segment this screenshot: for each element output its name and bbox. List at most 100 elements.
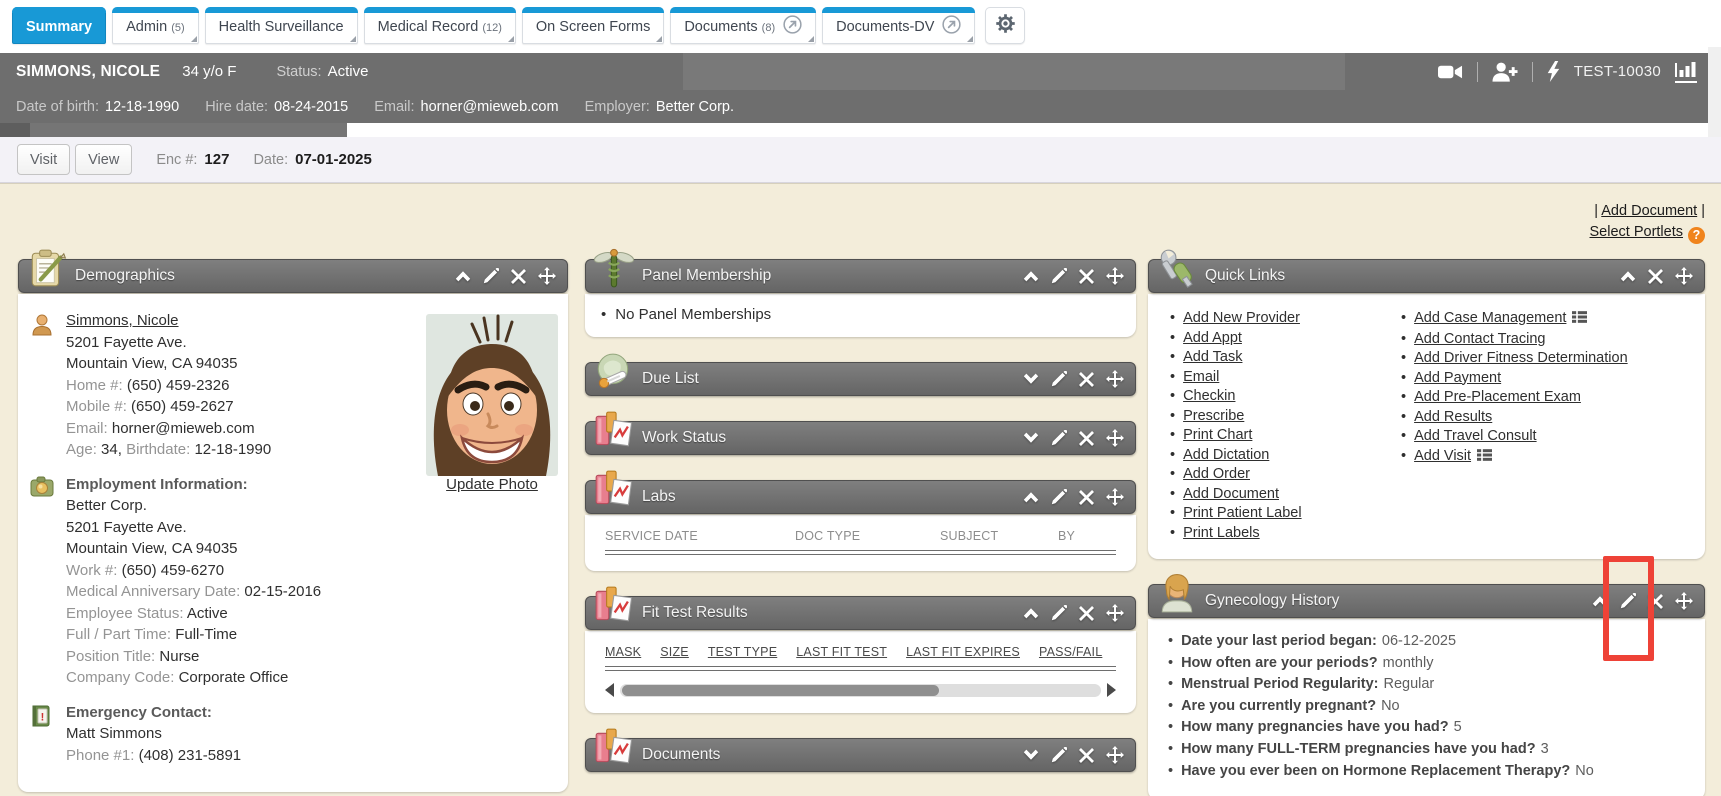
collapse-icon[interactable] bbox=[1620, 270, 1636, 282]
collapse-icon[interactable] bbox=[1023, 491, 1039, 503]
move-icon[interactable] bbox=[1106, 267, 1124, 285]
quick-link-prescribe[interactable]: Prescribe bbox=[1183, 408, 1244, 424]
collapse-icon[interactable] bbox=[1592, 595, 1608, 607]
quick-link-add-order[interactable]: Add Order bbox=[1183, 466, 1250, 482]
quick-link-add-contact-tracing[interactable]: Add Contact Tracing bbox=[1414, 331, 1545, 347]
move-icon[interactable] bbox=[1106, 370, 1124, 388]
edit-icon[interactable] bbox=[1051, 268, 1067, 284]
header-scrollbar-thumb[interactable] bbox=[0, 123, 30, 137]
quick-link-add-case-management[interactable]: Add Case Management bbox=[1414, 310, 1566, 326]
tab-settings-button[interactable] bbox=[985, 7, 1025, 44]
open-in-new-window-icon[interactable] bbox=[783, 15, 802, 39]
expand-icon[interactable] bbox=[1023, 432, 1039, 444]
portlet-fit-test-results: Fit Test Results MASK SIZE TEST TYPE LAS… bbox=[585, 583, 1136, 713]
patient-header-bar: SIMMONS, NICOLE 34 y/o F Status: Active … bbox=[0, 53, 1721, 90]
sort-header-last-fit-test[interactable]: LAST FIT TEST bbox=[796, 645, 887, 659]
visit-button[interactable]: Visit bbox=[17, 144, 70, 175]
close-icon[interactable] bbox=[1648, 269, 1663, 284]
quick-link-checkin[interactable]: Checkin bbox=[1183, 388, 1235, 404]
sort-header-test-type[interactable]: TEST TYPE bbox=[708, 645, 777, 659]
quick-link-print-chart[interactable]: Print Chart bbox=[1183, 427, 1252, 443]
quick-link-add-new-provider[interactable]: Add New Provider bbox=[1183, 310, 1300, 326]
close-icon[interactable] bbox=[1079, 748, 1094, 763]
move-icon[interactable] bbox=[1106, 488, 1124, 506]
horizontal-scrollbar bbox=[605, 683, 1116, 697]
close-icon[interactable] bbox=[511, 269, 526, 284]
chart-document-icon bbox=[593, 584, 635, 628]
tab-documents-dv[interactable]: Documents-DV bbox=[822, 7, 975, 44]
gyn-question: How many pregnancies have you had? bbox=[1181, 719, 1449, 735]
tab-on-screen-forms[interactable]: On Screen Forms bbox=[522, 7, 664, 44]
quick-link-add-driver-fitness-determination[interactable]: Add Driver Fitness Determination bbox=[1414, 350, 1628, 366]
edit-icon[interactable] bbox=[1620, 593, 1636, 609]
quick-link-add-visit[interactable]: Add Visit bbox=[1414, 448, 1471, 464]
flowsheet-chart-icon[interactable] bbox=[1675, 61, 1697, 83]
close-icon[interactable] bbox=[1079, 490, 1094, 505]
update-photo-link[interactable]: Update Photo bbox=[446, 476, 538, 493]
collapse-icon[interactable] bbox=[1023, 270, 1039, 282]
list-grid-icon[interactable] bbox=[1572, 311, 1587, 327]
scroll-right-arrow[interactable] bbox=[1107, 683, 1116, 697]
select-portlets-link[interactable]: Select Portlets bbox=[1590, 224, 1684, 240]
expand-icon[interactable] bbox=[1023, 373, 1039, 385]
move-icon[interactable] bbox=[1675, 592, 1693, 610]
tab-documents[interactable]: Documents (8) bbox=[670, 7, 816, 44]
header-scrollbar[interactable] bbox=[0, 123, 347, 137]
help-icon[interactable]: ? bbox=[1688, 227, 1705, 244]
quick-link-print-patient-label[interactable]: Print Patient Label bbox=[1183, 505, 1302, 521]
edit-icon[interactable] bbox=[1051, 747, 1067, 763]
move-icon[interactable] bbox=[1106, 746, 1124, 764]
view-button[interactable]: View bbox=[75, 144, 132, 175]
scrollbar-track[interactable] bbox=[620, 684, 1101, 697]
expand-icon[interactable] bbox=[1023, 749, 1039, 761]
quick-link-print-labels[interactable]: Print Labels bbox=[1183, 525, 1260, 541]
edit-icon[interactable] bbox=[1051, 605, 1067, 621]
tab-health-surveillance[interactable]: Health Surveillance bbox=[205, 7, 358, 44]
video-call-icon[interactable] bbox=[1438, 64, 1463, 80]
add-document-link[interactable]: Add Document bbox=[1601, 203, 1697, 219]
gyn-question: Are you currently pregnant? bbox=[1181, 698, 1376, 714]
move-icon[interactable] bbox=[1106, 604, 1124, 622]
quick-link-add-results[interactable]: Add Results bbox=[1414, 409, 1492, 425]
sort-header-mask[interactable]: MASK bbox=[605, 645, 641, 659]
tools-icon bbox=[1156, 247, 1198, 291]
quick-link-add-payment[interactable]: Add Payment bbox=[1414, 370, 1501, 386]
quick-link-email[interactable]: Email bbox=[1183, 369, 1219, 385]
quick-action-bolt-icon[interactable] bbox=[1547, 61, 1560, 82]
tab-medical-record[interactable]: Medical Record (12) bbox=[364, 7, 516, 44]
sort-header-pass-fail[interactable]: PASS/FAIL bbox=[1039, 645, 1102, 659]
collapse-icon[interactable] bbox=[1023, 607, 1039, 619]
close-icon[interactable] bbox=[1079, 431, 1094, 446]
quick-link-add-appt[interactable]: Add Appt bbox=[1183, 330, 1242, 346]
close-icon[interactable] bbox=[1079, 372, 1094, 387]
quick-link-add-dictation[interactable]: Add Dictation bbox=[1183, 447, 1269, 463]
add-person-icon[interactable] bbox=[1492, 62, 1518, 82]
scroll-left-arrow[interactable] bbox=[605, 683, 614, 697]
quick-link-add-pre-placement-exam[interactable]: Add Pre-Placement Exam bbox=[1414, 389, 1581, 405]
edit-icon[interactable] bbox=[1051, 430, 1067, 446]
quick-link-add-travel-consult[interactable]: Add Travel Consult bbox=[1414, 428, 1537, 444]
patient-age-sex: 34 y/o F bbox=[182, 63, 236, 80]
edit-icon[interactable] bbox=[1051, 489, 1067, 505]
tab-summary[interactable]: Summary bbox=[12, 7, 106, 44]
list-grid-icon[interactable] bbox=[1477, 449, 1492, 465]
collapse-icon[interactable] bbox=[455, 270, 471, 282]
tab-admin[interactable]: Admin (5) bbox=[112, 7, 199, 44]
open-in-new-window-icon[interactable] bbox=[942, 15, 961, 39]
quick-link-add-document[interactable]: Add Document bbox=[1183, 486, 1279, 502]
webchart-summary-page: Summary Admin (5) Health Surveillance Me… bbox=[0, 0, 1721, 796]
close-icon[interactable] bbox=[1648, 594, 1663, 609]
birthdate-label: Birthdate: bbox=[126, 441, 190, 458]
move-icon[interactable] bbox=[1675, 267, 1693, 285]
edit-icon[interactable] bbox=[1051, 371, 1067, 387]
close-icon[interactable] bbox=[1079, 269, 1094, 284]
sort-header-last-fit-expires[interactable]: LAST FIT EXPIRES bbox=[906, 645, 1020, 659]
edit-icon[interactable] bbox=[483, 268, 499, 284]
move-icon[interactable] bbox=[1106, 429, 1124, 447]
patient-name-link[interactable]: Simmons, Nicole bbox=[66, 312, 179, 329]
scrollbar-thumb[interactable] bbox=[622, 685, 939, 696]
move-icon[interactable] bbox=[538, 267, 556, 285]
sort-header-size[interactable]: SIZE bbox=[660, 645, 689, 659]
quick-link-add-task[interactable]: Add Task bbox=[1183, 349, 1242, 365]
close-icon[interactable] bbox=[1079, 606, 1094, 621]
